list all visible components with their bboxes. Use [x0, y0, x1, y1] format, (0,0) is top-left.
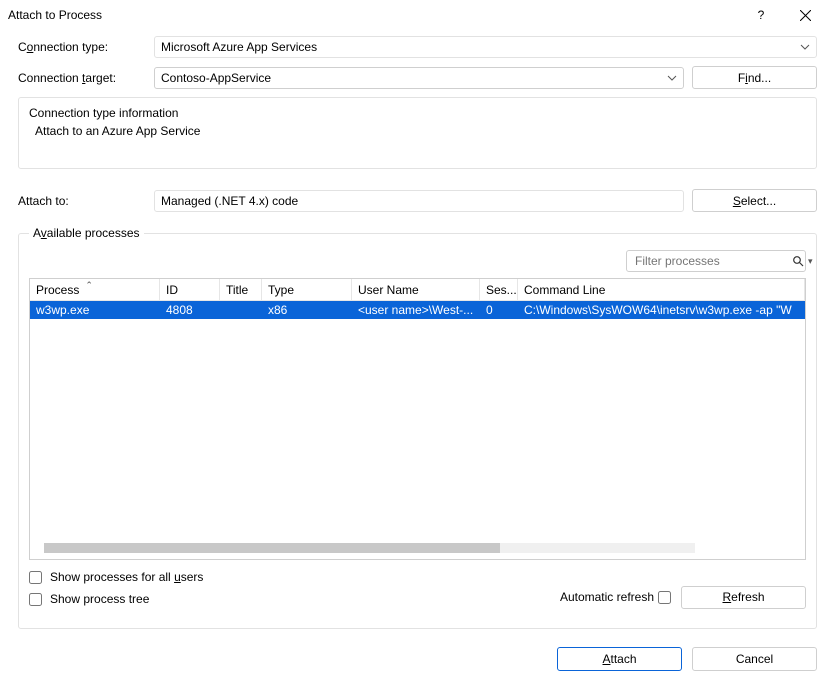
show-all-users-input[interactable]: [29, 571, 42, 584]
show-process-tree-input[interactable]: [29, 593, 42, 606]
scrollbar-thumb[interactable]: [44, 543, 500, 553]
show-process-tree-checkbox[interactable]: Show process tree: [29, 592, 560, 606]
column-process[interactable]: Process⌃: [30, 279, 160, 300]
connection-type-value: Microsoft Azure App Services: [161, 40, 317, 54]
info-line: Attach to an Azure App Service: [29, 124, 806, 138]
attach-to-field: Managed (.NET 4.x) code: [154, 190, 684, 212]
horizontal-scrollbar[interactable]: [44, 543, 695, 553]
column-id[interactable]: ID: [160, 279, 220, 300]
filter-processes-input[interactable]: ▾: [626, 250, 806, 272]
show-all-users-checkbox[interactable]: Show processes for all users: [29, 570, 560, 584]
connection-target-dropdown[interactable]: Contoso-AppService: [154, 67, 684, 89]
grid-header: Process⌃ ID Title Type User Name Ses... …: [30, 279, 805, 301]
connection-type-label: Connection type:: [18, 40, 154, 54]
caret-down-icon: ▾: [808, 256, 813, 267]
info-title: Connection type information: [29, 106, 806, 120]
attach-to-label: Attach to:: [18, 194, 154, 208]
column-type[interactable]: Type: [262, 279, 352, 300]
connection-target-label: Connection target:: [18, 71, 154, 85]
attach-to-value: Managed (.NET 4.x) code: [161, 194, 298, 208]
cell-user: <user name>\West-...: [352, 303, 480, 317]
chevron-down-icon: [667, 75, 677, 81]
column-title[interactable]: Title: [220, 279, 262, 300]
find-button[interactable]: Find...: [692, 66, 817, 89]
connection-type-dropdown[interactable]: Microsoft Azure App Services: [154, 36, 817, 58]
cell-process: w3wp.exe: [30, 303, 160, 317]
table-row[interactable]: w3wp.exe 4808 x86 <user name>\West-... 0…: [30, 301, 805, 319]
dialog-title: Attach to Process: [8, 8, 739, 22]
help-icon: ?: [758, 8, 765, 22]
chevron-down-icon: [800, 44, 810, 50]
search-icon: [792, 255, 804, 267]
sort-caret-icon: ⌃: [85, 280, 93, 291]
attach-button[interactable]: Attach: [557, 647, 682, 671]
automatic-refresh-checkbox[interactable]: Automatic refresh: [560, 590, 671, 604]
select-button[interactable]: Select...: [692, 189, 817, 212]
available-processes-legend: Available processes: [29, 226, 144, 240]
filter-input-field[interactable]: [633, 253, 792, 269]
refresh-button[interactable]: Refresh: [681, 586, 806, 609]
help-button[interactable]: ?: [739, 0, 783, 30]
column-session[interactable]: Ses...: [480, 279, 518, 300]
cell-id: 4808: [160, 303, 220, 317]
connection-target-value: Contoso-AppService: [161, 71, 271, 85]
cancel-button[interactable]: Cancel: [692, 647, 817, 671]
connection-type-info: Connection type information Attach to an…: [18, 97, 817, 169]
process-grid[interactable]: Process⌃ ID Title Type User Name Ses... …: [29, 278, 806, 560]
close-icon: [800, 10, 811, 21]
column-user[interactable]: User Name: [352, 279, 480, 300]
automatic-refresh-input[interactable]: [658, 591, 671, 604]
cell-cmd: C:\Windows\SysWOW64\inetsrv\w3wp.exe -ap…: [518, 303, 805, 317]
cell-session: 0: [480, 303, 518, 317]
cell-type: x86: [262, 303, 352, 317]
column-cmd[interactable]: Command Line: [518, 279, 805, 300]
close-button[interactable]: [783, 0, 827, 30]
